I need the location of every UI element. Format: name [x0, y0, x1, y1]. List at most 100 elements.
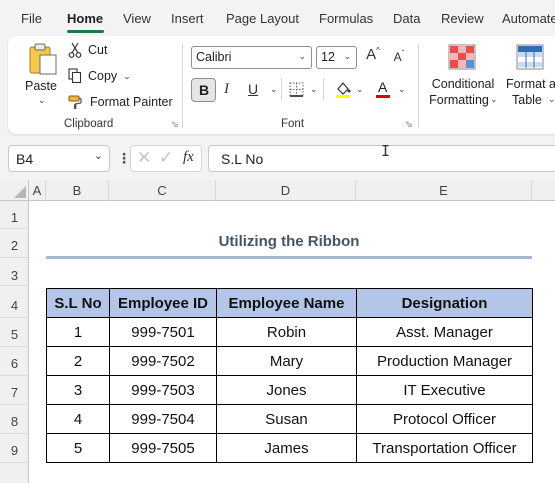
grow-font-icon: A: [366, 46, 377, 63]
chevron-down-icon: ⌄: [548, 94, 555, 104]
column-header-a[interactable]: A: [29, 180, 46, 201]
cell-employee-id[interactable]: 999-7502: [109, 346, 217, 376]
row-header-8[interactable]: 8: [0, 409, 29, 434]
divider: [281, 78, 282, 100]
chevron-down-icon: ⌄: [93, 150, 103, 162]
row-header-3[interactable]: 3: [0, 264, 29, 286]
tab-automate[interactable]: Automate: [502, 11, 555, 26]
enter-icon[interactable]: ✓: [159, 148, 173, 168]
tab-data[interactable]: Data: [393, 11, 420, 26]
shrink-font-button[interactable]: Aˇ: [390, 49, 408, 64]
formula-value: S.L No: [221, 151, 264, 167]
format-as-table-label-1: Format as: [506, 77, 555, 91]
title-underline: [46, 256, 532, 259]
format-as-table-label-2: Table: [512, 93, 542, 107]
row-header-4[interactable]: 4: [0, 293, 29, 318]
tab-review[interactable]: Review: [441, 11, 484, 26]
sheet-title: Utilizing the Ribbon: [218, 233, 360, 250]
fill-color-icon[interactable]: [334, 80, 352, 98]
format-as-table-icon: [516, 44, 544, 70]
cell-designation[interactable]: Asst. Manager: [356, 317, 533, 347]
cell-sl-no[interactable]: 5: [46, 433, 110, 463]
header-employee-id[interactable]: Employee ID: [109, 288, 217, 318]
chevron-down-icon: ⌄: [343, 51, 351, 61]
column-header-row: A B C D E: [0, 180, 555, 201]
cell-employee-name[interactable]: Robin: [216, 317, 357, 347]
row-header-2[interactable]: 2: [0, 233, 29, 258]
chevron-down-icon: ⌄: [490, 94, 498, 104]
chevron-down-icon: ⌄: [38, 95, 46, 105]
row-header-9[interactable]: 9: [0, 438, 29, 463]
column-header-b[interactable]: B: [46, 180, 109, 201]
tab-page-layout[interactable]: Page Layout: [226, 11, 299, 26]
paste-label: Paste: [25, 79, 57, 93]
insert-function-icon[interactable]: fx: [183, 149, 194, 166]
paste-button[interactable]: Paste ⌄: [24, 42, 60, 108]
column-header-e[interactable]: E: [356, 180, 532, 201]
bold-button[interactable]: B: [191, 78, 216, 102]
font-name-select[interactable]: Calibri ⌄: [191, 46, 312, 69]
conditional-formatting-button[interactable]: Conditional Formatting ⌄: [426, 42, 500, 110]
cell-employee-name[interactable]: James: [216, 433, 357, 463]
row-header-1[interactable]: 1: [0, 206, 29, 229]
table-row: 4 999-7504 Susan Protocol Officer: [46, 404, 533, 434]
dialog-launcher-icon[interactable]: ⬂: [171, 119, 179, 130]
row-header-6[interactable]: 6: [0, 351, 29, 376]
name-box[interactable]: B4 ⌄: [8, 145, 110, 172]
cell-employee-id[interactable]: 999-7505: [109, 433, 217, 463]
copy-button[interactable]: Copy ⌄: [68, 68, 131, 84]
cell-sl-no[interactable]: 4: [46, 404, 110, 434]
header-sl-no[interactable]: S.L No: [46, 288, 110, 318]
cut-button[interactable]: Cut: [68, 42, 107, 58]
tab-view[interactable]: View: [123, 11, 151, 26]
grow-font-button[interactable]: A^: [364, 46, 382, 63]
scissors-icon: [68, 42, 82, 58]
row-header-5[interactable]: 5: [0, 322, 29, 347]
cell-designation[interactable]: Transportation Officer: [356, 433, 533, 463]
cell-designation[interactable]: Production Manager: [356, 346, 533, 376]
more-options-icon[interactable]: ⋮: [117, 150, 131, 167]
conditional-formatting-icon: [448, 44, 476, 70]
conditional-formatting-label-1: Conditional: [431, 77, 495, 91]
cell-sl-no[interactable]: 1: [46, 317, 110, 347]
format-painter-button[interactable]: Format Painter: [68, 94, 173, 110]
cancel-icon[interactable]: ✕: [137, 148, 151, 168]
cell-employee-name[interactable]: Mary: [216, 346, 357, 376]
row-header-7[interactable]: 7: [0, 380, 29, 405]
cell-designation[interactable]: Protocol Officer: [356, 404, 533, 434]
header-designation[interactable]: Designation: [356, 288, 533, 318]
cell-employee-id[interactable]: 999-7501: [109, 317, 217, 347]
cut-label: Cut: [88, 43, 108, 57]
cell-employee-id[interactable]: 999-7504: [109, 404, 217, 434]
cell-designation[interactable]: IT Executive: [356, 375, 533, 405]
shrink-font-icon: A: [393, 50, 402, 64]
header-employee-name[interactable]: Employee Name: [216, 288, 357, 318]
tab-formulas[interactable]: Formulas: [319, 11, 373, 26]
font-size-select[interactable]: 12 ⌄: [316, 46, 357, 69]
group-separator: [418, 44, 419, 128]
cell-employee-name[interactable]: Susan: [216, 404, 357, 434]
chevron-down-icon[interactable]: ⌄: [398, 84, 406, 95]
chevron-down-icon[interactable]: ⌄: [270, 84, 278, 95]
borders-icon[interactable]: [289, 82, 304, 97]
italic-button[interactable]: I: [224, 81, 229, 98]
cell-employee-name[interactable]: Jones: [216, 375, 357, 405]
underline-button[interactable]: U: [248, 81, 258, 97]
chevron-down-icon[interactable]: ⌄: [310, 84, 318, 95]
font-color-button[interactable]: A: [375, 79, 391, 99]
table-header-row: S.L No Employee ID Employee Name Designa…: [46, 288, 533, 318]
tab-insert[interactable]: Insert: [171, 11, 204, 26]
column-header-d[interactable]: D: [216, 180, 356, 201]
chevron-down-icon[interactable]: ⌄: [356, 84, 364, 95]
copy-icon: [68, 68, 82, 84]
table-row: 5 999-7505 James Transportation Officer: [46, 433, 533, 463]
table-row: 3 999-7503 Jones IT Executive: [46, 375, 533, 405]
column-header-c[interactable]: C: [109, 180, 216, 201]
tab-file[interactable]: File: [21, 11, 42, 26]
tab-home[interactable]: Home: [67, 11, 103, 26]
format-as-table-button[interactable]: Format as Table ⌄: [504, 42, 555, 110]
cell-sl-no[interactable]: 2: [46, 346, 110, 376]
dialog-launcher-icon[interactable]: ⬂: [405, 119, 413, 130]
cell-employee-id[interactable]: 999-7503: [109, 375, 217, 405]
cell-sl-no[interactable]: 3: [46, 375, 110, 405]
